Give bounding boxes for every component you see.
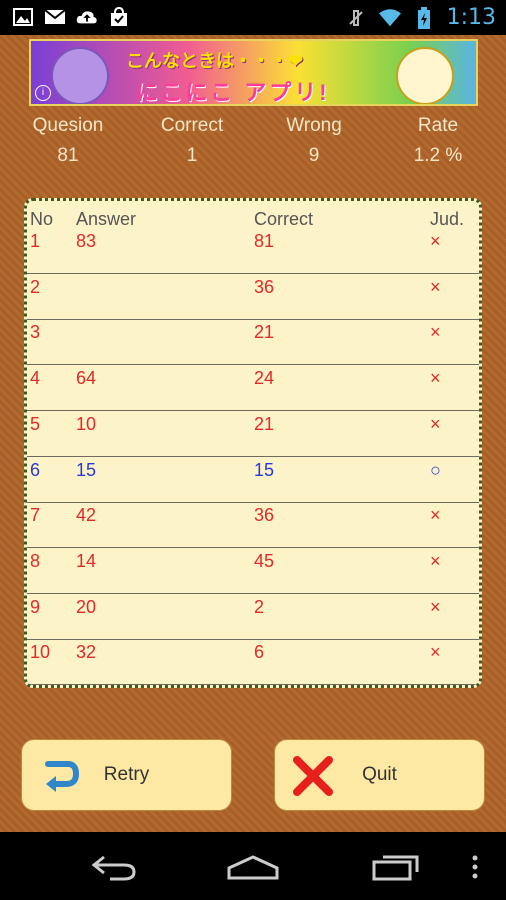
stat-question: Quesion 81 — [13, 115, 123, 167]
ad-info-icon[interactable]: i — [35, 85, 51, 101]
row-judge: ○ — [430, 459, 441, 480]
table-row: 1 83 81 × — [27, 229, 479, 274]
row-judge: × — [430, 231, 441, 251]
row-correct: 36 — [254, 505, 275, 526]
row-judge: × — [430, 413, 441, 434]
stat-rate: Rate 1.2 % — [383, 115, 493, 167]
ad-banner[interactable]: こんなときは・・・❤ にこにこ アプリ! i — [29, 39, 478, 106]
row-correct: 36 — [254, 276, 275, 297]
row-no: 4 — [30, 368, 41, 389]
header-no: No — [30, 209, 54, 229]
banner-text-bottom: にこにこ アプリ! — [136, 80, 330, 105]
shopping-bag-icon — [108, 6, 130, 28]
table-row: 7 42 36 × — [27, 503, 479, 549]
navigation-bar — [0, 832, 506, 900]
table-row: 3 21 × — [27, 320, 479, 366]
home-icon[interactable] — [226, 850, 280, 884]
row-correct: 21 — [254, 322, 275, 343]
quit-button[interactable]: Quit — [274, 739, 485, 811]
row-judge: × — [430, 322, 441, 343]
row-correct: 21 — [254, 413, 275, 434]
row-no: 6 — [30, 459, 41, 480]
quit-label: Quit — [362, 764, 397, 785]
back-icon[interactable] — [86, 850, 140, 884]
header-judge: Jud. — [430, 209, 465, 229]
header-answer: Answer — [76, 209, 137, 229]
status-bar: 1:13 — [0, 0, 506, 35]
clock: 1:13 — [446, 5, 496, 30]
row-answer: 83 — [76, 231, 97, 251]
stat-correct: Correct 1 — [137, 115, 247, 167]
results-table[interactable]: No Answer Correct Jud. 1 83 81 × 2 36 × 3 21 × 4 64… — [24, 198, 482, 688]
row-judge: × — [430, 642, 441, 663]
notification-icons — [12, 6, 130, 28]
row-correct: 6 — [254, 642, 265, 663]
row-no: 3 — [30, 322, 41, 343]
stat-value: 1.2 % — [413, 145, 463, 166]
vibrate-mute-icon — [345, 7, 367, 29]
row-judge: × — [430, 505, 441, 526]
crying-face-icon — [51, 47, 109, 104]
smiling-face-icon — [396, 47, 454, 104]
table-row: 10 32 6 × — [27, 640, 479, 685]
stat-label: Rate — [417, 115, 459, 136]
row-no: 10 — [30, 642, 51, 663]
retry-label: Retry — [103, 764, 150, 785]
table-row: 5 10 21 × — [27, 412, 479, 457]
row-judge: × — [430, 596, 441, 617]
recent-apps-icon[interactable] — [369, 850, 423, 884]
retry-button[interactable]: Retry — [21, 739, 232, 811]
stat-value: 9 — [308, 145, 320, 166]
app-content: こんなときは・・・❤ にこにこ アプリ! i Quesion 81 Correc… — [0, 35, 506, 832]
row-answer: 20 — [76, 596, 97, 617]
row-judge: × — [430, 550, 441, 571]
row-correct: 45 — [254, 550, 275, 571]
row-answer: 42 — [76, 505, 97, 526]
score-summary: Quesion 81 Correct 1 Wrong 9 Rate 1.2 % — [0, 115, 506, 175]
row-no: 9 — [30, 596, 41, 617]
row-no: 2 — [30, 276, 41, 297]
mail-icon — [44, 6, 66, 28]
table-row: 4 64 24 × — [27, 366, 479, 412]
row-correct: 15 — [254, 459, 275, 480]
row-no: 5 — [30, 413, 41, 434]
row-correct: 24 — [254, 368, 275, 389]
row-judge: × — [430, 368, 441, 389]
row-answer: 32 — [76, 642, 97, 663]
battery-icon — [413, 6, 435, 29]
row-answer: 64 — [76, 368, 97, 389]
table-row: 9 20 2 × — [27, 595, 479, 640]
stat-wrong: Wrong 9 — [259, 115, 369, 167]
row-no: 8 — [30, 550, 41, 571]
stat-value: 1 — [186, 145, 198, 166]
system-status: 1:13 — [345, 5, 496, 30]
row-no: 7 — [30, 505, 41, 526]
table-header: No Answer Correct Jud. — [27, 207, 479, 229]
table-row: 8 14 45 × — [27, 549, 479, 594]
row-correct: 2 — [254, 596, 265, 617]
row-answer: 10 — [76, 413, 97, 434]
row-judge: × — [430, 276, 441, 297]
row-answer: 14 — [76, 550, 97, 571]
wifi-icon — [378, 7, 401, 29]
table-row: 6 15 15 ○ — [27, 458, 479, 503]
stat-value: 81 — [57, 145, 79, 166]
overflow-menu-icon[interactable] — [460, 850, 490, 884]
row-no: 1 — [30, 231, 41, 251]
stat-label: Wrong — [286, 115, 342, 136]
header-correct: Correct — [254, 209, 314, 229]
row-answer: 15 — [76, 459, 97, 480]
table-row: 2 36 × — [27, 275, 479, 320]
stat-label: Correct — [160, 115, 224, 136]
stat-label: Quesion — [32, 115, 104, 136]
row-correct: 81 — [254, 231, 275, 251]
cloud-upload-icon — [76, 6, 98, 28]
image-icon — [12, 6, 34, 28]
banner-text-top: こんなときは・・・❤ — [126, 51, 304, 71]
